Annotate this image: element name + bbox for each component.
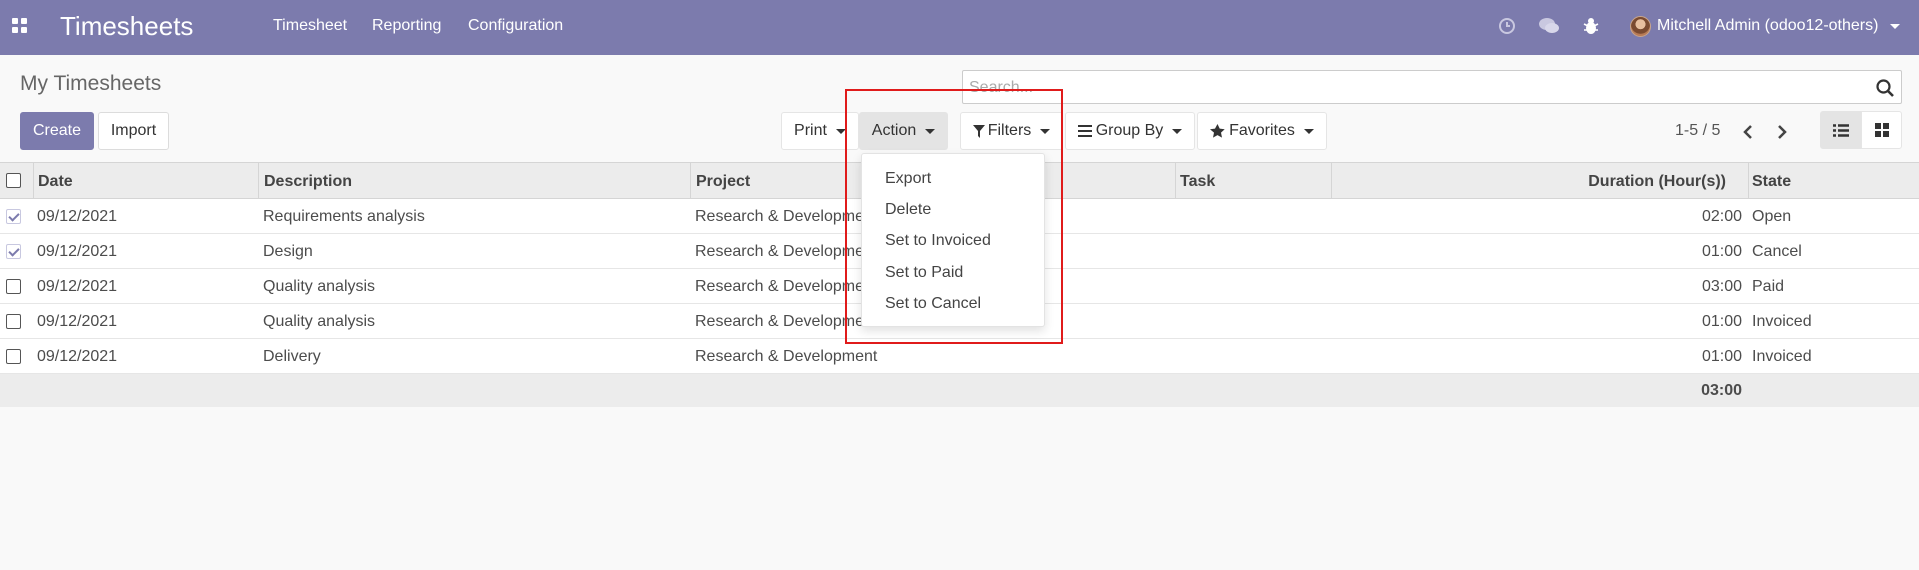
- user-name: Mitchell Admin (odoo12-others): [1657, 17, 1879, 34]
- clock-icon[interactable]: [1497, 16, 1517, 36]
- list-view-button[interactable]: [1820, 111, 1861, 149]
- highlight-box: [845, 89, 1063, 344]
- cell-description: Design: [263, 243, 313, 260]
- cell-date: 09/12/2021: [37, 313, 118, 330]
- list-view-icon: [1832, 123, 1849, 137]
- cell-date: 09/12/2021: [37, 243, 118, 260]
- pager-value[interactable]: 1-5 / 5: [1675, 122, 1720, 140]
- avatar: [1630, 15, 1651, 37]
- star-icon: [1210, 124, 1225, 138]
- row-checkbox[interactable]: [6, 244, 21, 259]
- menu-reporting[interactable]: Reporting: [372, 17, 441, 35]
- cell-duration: 02:00: [1701, 208, 1742, 225]
- bug-icon[interactable]: [1581, 16, 1601, 36]
- cell-state: Paid: [1752, 278, 1785, 295]
- cell-description: Delivery: [263, 348, 321, 365]
- search-input[interactable]: Search...: [962, 70, 1902, 104]
- create-button[interactable]: Create: [20, 112, 94, 150]
- cell-duration: 01:00: [1701, 243, 1742, 260]
- group-by-button[interactable]: Group By: [1065, 112, 1195, 150]
- page-title: My Timesheets: [20, 72, 162, 95]
- cell-project: Research & Developme: [695, 243, 864, 260]
- kanban-view-button[interactable]: [1861, 111, 1902, 149]
- group-by-label: Group By: [1095, 122, 1164, 139]
- search-icon[interactable]: [1875, 78, 1895, 98]
- cell-date: 09/12/2021: [37, 278, 118, 295]
- row-checkbox[interactable]: [6, 279, 21, 294]
- cell-duration: 03:00: [1701, 278, 1742, 295]
- table-footer: 03:00: [0, 374, 1919, 407]
- select-all-checkbox[interactable]: [6, 173, 21, 188]
- menu-configuration[interactable]: Configuration: [468, 17, 563, 35]
- col-state[interactable]: State: [1752, 173, 1791, 191]
- cell-date: 09/12/2021: [37, 348, 118, 365]
- cell-description: Quality analysis: [263, 313, 376, 330]
- col-duration[interactable]: Duration (Hour(s)): [1588, 173, 1726, 191]
- list-icon: [1077, 125, 1092, 137]
- print-label: Print: [794, 122, 827, 139]
- cell-project: Research & Developme: [695, 313, 864, 330]
- cell-state: Cancel: [1752, 243, 1802, 260]
- col-task[interactable]: Task: [1180, 173, 1215, 191]
- chat-icon[interactable]: [1538, 16, 1559, 36]
- chevron-down-icon: [1172, 128, 1183, 134]
- cell-project: Research & Development: [695, 348, 878, 365]
- chevron-down-icon: [1890, 23, 1901, 29]
- chevron-left-icon[interactable]: [1737, 121, 1759, 143]
- cell-description: Requirements analysis: [263, 208, 425, 225]
- cell-description: Quality analysis: [263, 278, 376, 295]
- total-duration: 03:00: [1701, 382, 1742, 399]
- col-description[interactable]: Description: [264, 173, 352, 191]
- favorites-button[interactable]: Favorites: [1197, 112, 1327, 150]
- row-checkbox[interactable]: [6, 349, 21, 364]
- import-button[interactable]: Import: [98, 112, 169, 150]
- col-project[interactable]: Project: [696, 173, 750, 191]
- cell-state: Invoiced: [1752, 348, 1812, 365]
- top-navbar: Timesheets Timesheet Reporting Configura…: [0, 0, 1919, 55]
- cell-date: 09/12/2021: [37, 208, 118, 225]
- table-row[interactable]: 09/12/2021 Delivery Research & Developme…: [0, 339, 1919, 374]
- cell-state: Open: [1752, 208, 1792, 225]
- kanban-view-icon: [1874, 123, 1889, 137]
- cell-duration: 01:00: [1701, 348, 1742, 365]
- chevron-down-icon: [1303, 128, 1314, 134]
- chevron-right-icon[interactable]: [1771, 121, 1793, 143]
- favorites-label: Favorites: [1229, 122, 1295, 139]
- row-checkbox[interactable]: [6, 209, 21, 224]
- user-menu[interactable]: Mitchell Admin (odoo12-others): [1630, 15, 1901, 37]
- col-date[interactable]: Date: [38, 173, 73, 191]
- menu-timesheet[interactable]: Timesheet: [273, 17, 347, 35]
- cell-duration: 01:00: [1701, 313, 1742, 330]
- apps-menu-icon[interactable]: [12, 18, 28, 34]
- cell-project: Research & Developme: [695, 278, 864, 295]
- cell-project: Research & Developme: [695, 208, 864, 225]
- row-checkbox[interactable]: [6, 314, 21, 329]
- cell-state: Invoiced: [1752, 313, 1812, 330]
- app-brand: Timesheets: [60, 11, 194, 41]
